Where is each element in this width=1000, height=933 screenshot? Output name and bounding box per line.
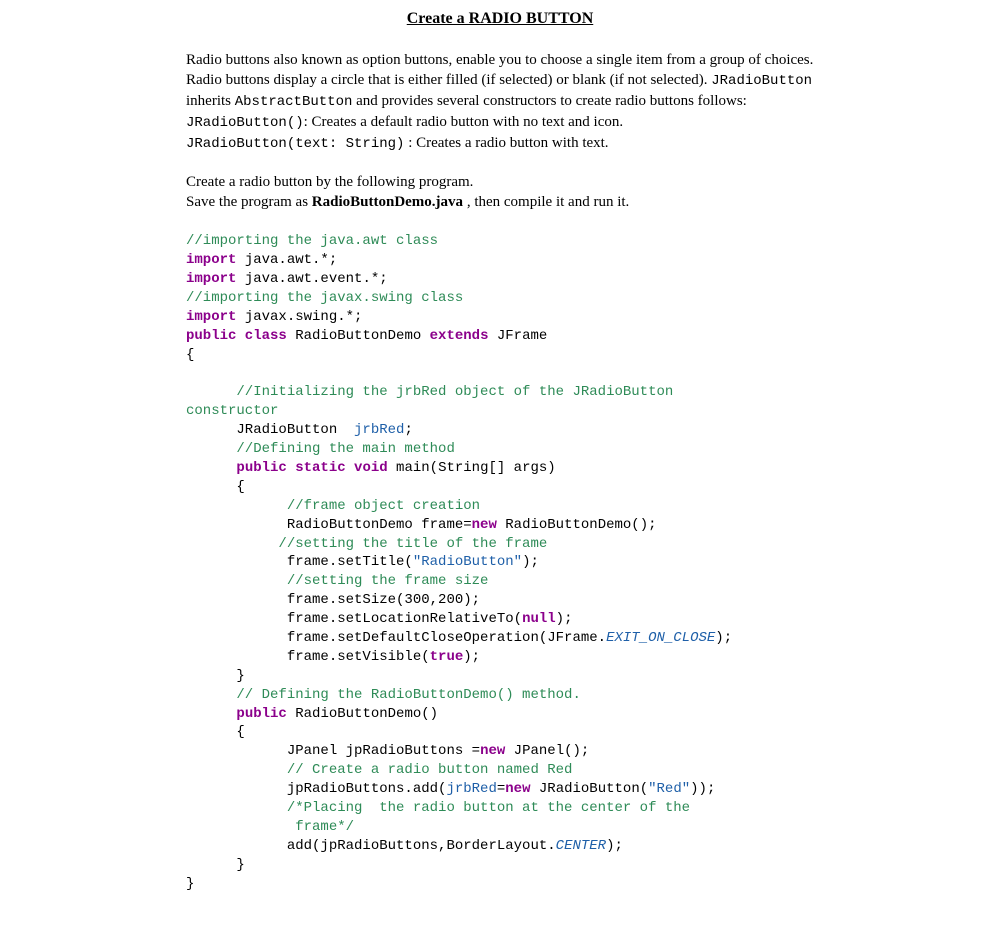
code-keyword: null bbox=[522, 611, 556, 627]
code-text: ); bbox=[556, 611, 573, 627]
code-text: } bbox=[186, 668, 245, 684]
code-text: main(String[] args) bbox=[388, 460, 556, 476]
code-text: frame.setTitle( bbox=[186, 554, 413, 570]
code-keyword: import bbox=[186, 309, 236, 325]
code-text: ); bbox=[522, 554, 539, 570]
code-text: RadioButtonDemo(); bbox=[497, 517, 657, 533]
code-block: //importing the java.awt class import ja… bbox=[186, 232, 814, 893]
code-field: jrbRed bbox=[354, 422, 404, 438]
page-title: Create a RADIO BUTTON bbox=[186, 10, 814, 28]
instr-line: Save the program as bbox=[186, 194, 312, 210]
instr-line: Create a radio button by the following p… bbox=[186, 174, 473, 190]
intro-text: and provides several constructors to cre… bbox=[352, 93, 746, 109]
code-keyword: import bbox=[186, 271, 236, 287]
instructions: Create a radio button by the following p… bbox=[186, 172, 814, 213]
code-text: java.awt.*; bbox=[236, 252, 337, 268]
code-text bbox=[186, 706, 236, 722]
code-field: jrbRed bbox=[446, 781, 496, 797]
code-text: RadioButtonDemo() bbox=[287, 706, 438, 722]
code-text: } bbox=[186, 876, 194, 892]
ctor-desc: : Creates a radio button with text. bbox=[404, 135, 608, 151]
code-keyword: public class bbox=[186, 328, 287, 344]
code-comment: // Create a radio button named Red bbox=[186, 762, 572, 778]
code-text: ); bbox=[715, 630, 732, 646]
intro-paragraph: Radio buttons also known as option butto… bbox=[186, 50, 814, 154]
code-keyword: import bbox=[186, 252, 236, 268]
code-text: RadioButtonDemo bbox=[287, 328, 430, 344]
code-keyword: extends bbox=[430, 328, 489, 344]
code-text: ; bbox=[404, 422, 412, 438]
ctor-sig: JRadioButton(text: String) bbox=[186, 136, 404, 152]
code-text: RadioButtonDemo frame= bbox=[186, 517, 472, 533]
code-constant: EXIT_ON_CLOSE bbox=[606, 630, 715, 646]
code-comment: //importing the javax.swing class bbox=[186, 290, 463, 306]
code-comment: //frame object creation bbox=[186, 498, 480, 514]
code-constant: CENTER bbox=[556, 838, 606, 854]
code-text: { bbox=[186, 479, 245, 495]
code-keyword: true bbox=[430, 649, 464, 665]
code-text: jpRadioButtons.add( bbox=[186, 781, 446, 797]
code-text: frame.setDefaultCloseOperation(JFrame. bbox=[186, 630, 606, 646]
code-text: JPanel jpRadioButtons = bbox=[186, 743, 480, 759]
filename: RadioButtonDemo.java bbox=[312, 194, 463, 210]
code-text: frame.setVisible( bbox=[186, 649, 430, 665]
code-text: { bbox=[186, 724, 245, 740]
code-string: "Red" bbox=[648, 781, 690, 797]
code-comment: //Defining the main method bbox=[186, 441, 455, 457]
document-page: Create a RADIO BUTTON Radio buttons also… bbox=[0, 0, 1000, 933]
code-text: javax.swing.*; bbox=[236, 309, 362, 325]
code-string: "RadioButton" bbox=[413, 554, 522, 570]
code-text: JRadioButton bbox=[186, 422, 354, 438]
code-text: JPanel(); bbox=[505, 743, 589, 759]
code-comment: // Defining the RadioButtonDemo() method… bbox=[186, 687, 581, 703]
code-text: JFrame bbox=[488, 328, 547, 344]
code-comment: //Initializing the jrbRed object of the … bbox=[186, 384, 673, 400]
code-text: java.awt.event.*; bbox=[236, 271, 387, 287]
code-text bbox=[186, 460, 236, 476]
code-comment: /*Placing the radio button at the center… bbox=[186, 800, 690, 816]
code-text: { bbox=[186, 347, 194, 363]
code-text: add(jpRadioButtons,BorderLayout. bbox=[186, 838, 556, 854]
code-text: JRadioButton( bbox=[531, 781, 649, 797]
intro-text: inherits bbox=[186, 93, 235, 109]
code-comment: frame*/ bbox=[186, 819, 354, 835]
ctor-sig: JRadioButton() bbox=[186, 115, 304, 131]
code-comment: constructor bbox=[186, 403, 278, 419]
code-inline: AbstractButton bbox=[235, 94, 353, 110]
code-text: )); bbox=[690, 781, 715, 797]
code-keyword: new bbox=[472, 517, 497, 533]
instr-line: , then compile it and run it. bbox=[463, 194, 629, 210]
code-keyword: new bbox=[505, 781, 530, 797]
code-comment: //importing the java.awt class bbox=[186, 233, 438, 249]
ctor-desc: : Creates a default radio button with no… bbox=[304, 114, 624, 130]
code-keyword: public static void bbox=[236, 460, 387, 476]
code-text: } bbox=[186, 857, 245, 873]
code-text: frame.setLocationRelativeTo( bbox=[186, 611, 522, 627]
code-text: ); bbox=[606, 838, 623, 854]
code-text: ); bbox=[463, 649, 480, 665]
code-text: frame.setSize(300,200); bbox=[186, 592, 480, 608]
code-keyword: public bbox=[236, 706, 286, 722]
code-inline: JRadioButton bbox=[711, 73, 812, 89]
code-keyword: new bbox=[480, 743, 505, 759]
code-comment: //setting the frame size bbox=[186, 573, 488, 589]
code-comment: //setting the title of the frame bbox=[186, 536, 547, 552]
